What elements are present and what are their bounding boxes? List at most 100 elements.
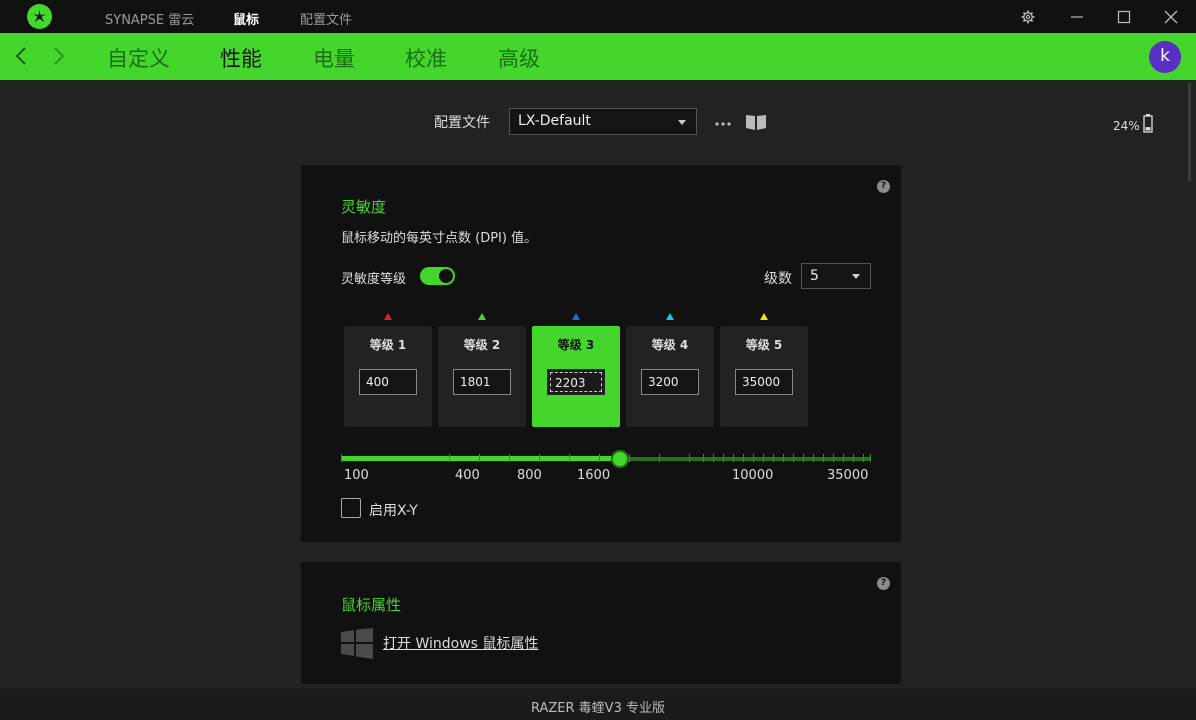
help-icon[interactable]: ? (877, 180, 890, 193)
stage-3-dpi-input[interactable]: 2203 (547, 369, 605, 395)
more-options-icon[interactable] (714, 115, 734, 127)
slider-tick (689, 454, 690, 462)
stage-label: 等级 4 (651, 338, 689, 352)
stage-1-dpi-input[interactable]: 400 (359, 369, 417, 395)
slider-tick (803, 454, 804, 462)
slider-tick (509, 454, 510, 462)
slider-tick (599, 454, 600, 462)
dpi-slider-thumb[interactable] (611, 450, 629, 468)
scrollbar[interactable] (1188, 82, 1191, 182)
slider-tick (539, 454, 540, 462)
stage-label: 等级 3 (557, 338, 595, 352)
sensitivity-description: 鼠标移动的每英寸点数 (DPI) 值。 (341, 231, 538, 246)
stage-2-dpi-input[interactable]: 1801 (453, 369, 511, 395)
slider-tick (703, 454, 704, 462)
stage-3-color-indicator (572, 313, 580, 320)
tab-customize[interactable]: 自定义 (107, 43, 170, 73)
slider-tick (713, 454, 714, 462)
razer-logo-icon (27, 4, 52, 29)
slider-tick (853, 454, 854, 462)
battery-icon (1143, 114, 1153, 137)
slider-tick (773, 454, 774, 462)
battery-percentage: 24% (1113, 119, 1140, 133)
nav-bar: 自定义 性能 电量 校准 高级 k (0, 33, 1196, 80)
slider-tick (479, 454, 480, 462)
help-icon[interactable]: ? (877, 577, 890, 590)
user-avatar[interactable]: k (1149, 41, 1181, 73)
title-tab-mouse[interactable]: 鼠标 (233, 9, 259, 28)
slider-tick (569, 454, 570, 462)
device-footer: RAZER 毒蝰V3 专业版 (0, 689, 1196, 720)
title-bar: SYNAPSE 雷云 鼠标 配置文件 (0, 0, 1196, 33)
slider-tick (753, 454, 754, 462)
stage-4-dpi-input[interactable]: 3200 (641, 369, 699, 395)
windows-logo-icon (341, 628, 373, 663)
open-windows-mouse-properties-link[interactable]: 打开 Windows 鼠标属性 (383, 633, 538, 653)
slider-tick (863, 454, 864, 462)
slider-tick (783, 454, 784, 462)
slider-label-400: 400 (455, 468, 480, 483)
profile-selected-value: LX-Default (518, 113, 591, 129)
device-name: RAZER 毒蝰V3 专业版 (531, 701, 665, 716)
enable-xy-checkbox[interactable] (341, 498, 361, 518)
stage-count-label: 级数 (764, 271, 792, 287)
tab-calibration[interactable]: 校准 (405, 43, 447, 73)
profile-dropdown[interactable]: LX-Default (509, 108, 697, 135)
title-tab-profiles[interactable]: 配置文件 (300, 9, 352, 28)
tab-power[interactable]: 电量 (313, 43, 355, 73)
slider-label-10000: 10000 (732, 468, 774, 483)
slider-label-35000: 35000 (827, 468, 869, 483)
tab-advanced[interactable]: 高级 (498, 43, 540, 73)
dpi-stage-2[interactable]: 等级 2 1801 (438, 326, 526, 427)
slider-tick (743, 454, 744, 462)
sensitivity-stages-label: 灵敏度等级 (341, 272, 407, 287)
back-arrow-icon[interactable] (12, 45, 32, 67)
stage-5-dpi-input[interactable]: 35000 (735, 369, 793, 395)
stage-4-color-indicator (666, 313, 674, 320)
forward-arrow-icon[interactable] (49, 45, 69, 67)
slider-tick (843, 454, 844, 462)
dpi-stage-1[interactable]: 等级 1 400 (344, 326, 432, 427)
chevron-down-icon (852, 274, 860, 279)
slider-tick (813, 454, 814, 462)
slider-tick (870, 454, 871, 462)
slider-label-800: 800 (517, 468, 542, 483)
slider-tick (629, 454, 630, 462)
slider-tick (833, 454, 834, 462)
stage-2-color-indicator (478, 313, 486, 320)
dpi-stage-3[interactable]: 等级 3 2203 (532, 326, 620, 427)
slider-tick (341, 454, 342, 462)
dpi-slider-fill (341, 456, 621, 461)
slider-label-1600: 1600 (577, 468, 611, 483)
mouse-properties-title: 鼠标属性 (341, 596, 402, 614)
slider-tick (733, 454, 734, 462)
stage-count-value: 5 (810, 268, 819, 284)
minimize-icon[interactable] (1066, 6, 1088, 28)
slider-tick (723, 454, 724, 462)
chevron-down-icon (678, 120, 686, 125)
slider-tick (659, 454, 660, 462)
mouse-properties-panel (301, 562, 901, 684)
stage-count-dropdown[interactable]: 5 (801, 263, 871, 289)
stage-1-color-indicator (384, 313, 392, 320)
tab-performance[interactable]: 性能 (220, 43, 262, 73)
profile-label: 配置文件 (434, 115, 490, 131)
dpi-stage-5[interactable]: 等级 5 35000 (720, 326, 808, 427)
sensitivity-title: 灵敏度 (341, 198, 387, 216)
stage-label: 等级 2 (463, 338, 501, 352)
book-icon[interactable] (745, 113, 767, 135)
slider-tick (793, 454, 794, 462)
stage-label: 等级 5 (745, 338, 783, 352)
stage-label: 等级 1 (369, 338, 407, 352)
settings-gear-icon[interactable] (1017, 6, 1039, 28)
maximize-icon[interactable] (1113, 6, 1135, 28)
toggle-knob (439, 269, 453, 283)
slider-label-100: 100 (344, 468, 369, 483)
title-tab-synapse[interactable]: SYNAPSE 雷云 (105, 9, 194, 28)
slider-tick (823, 454, 824, 462)
dpi-stage-4[interactable]: 等级 4 3200 (626, 326, 714, 427)
close-icon[interactable] (1160, 6, 1182, 28)
stage-5-color-indicator (760, 313, 768, 320)
sensitivity-stages-toggle[interactable] (420, 267, 455, 285)
slider-tick (449, 454, 450, 462)
